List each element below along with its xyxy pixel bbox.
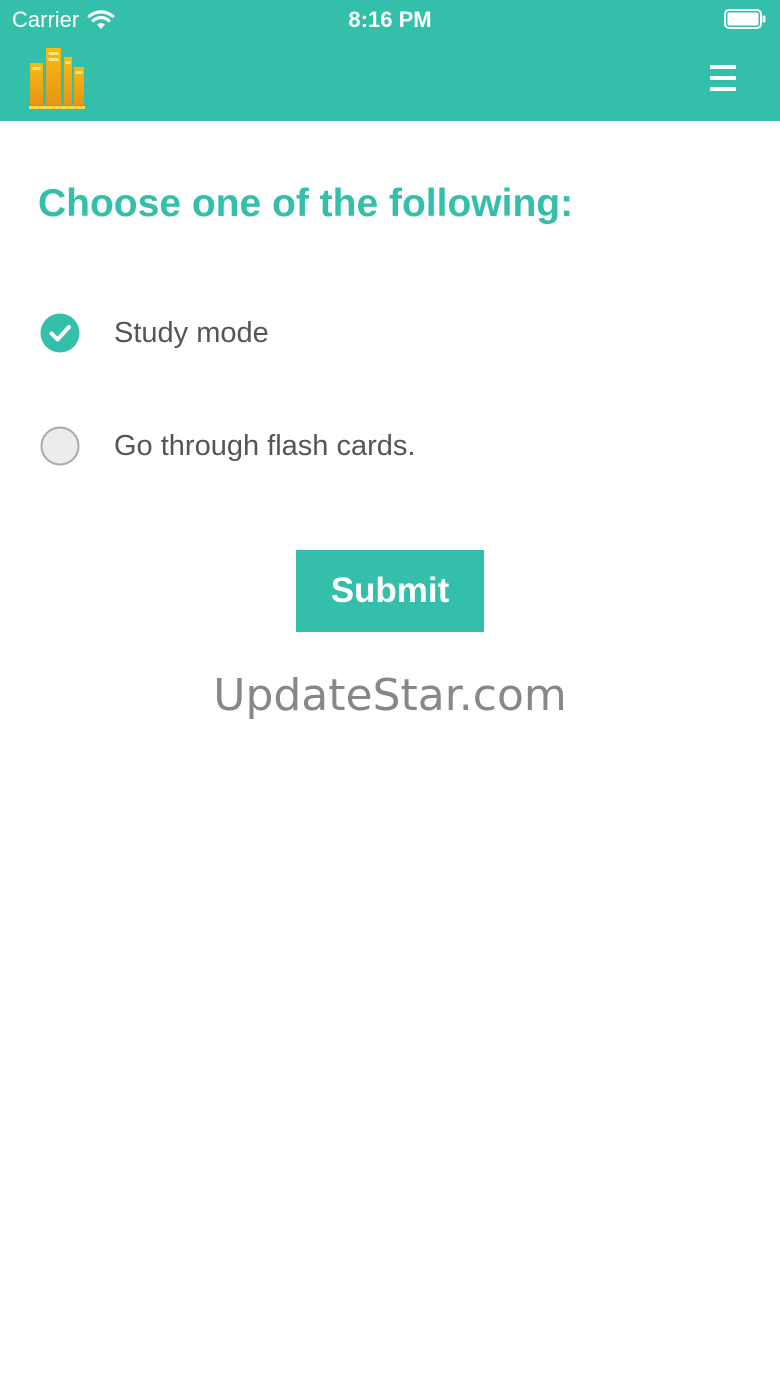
app-header: Carrier 8:16 PM (0, 0, 780, 121)
books-logo-icon (29, 48, 85, 109)
radio-checked-icon[interactable] (40, 313, 80, 353)
clock: 8:16 PM (348, 7, 432, 32)
option-label-study-mode: Study mode (114, 317, 269, 349)
option-flash-cards[interactable]: Go through flash cards. (40, 426, 640, 466)
watermark-text: UpdateStar.com (213, 670, 567, 721)
page-title: Choose one of the following: (38, 182, 574, 225)
radio-unchecked-icon[interactable] (40, 426, 80, 466)
hamburger-menu-icon[interactable] (710, 65, 736, 93)
option-label-flash-cards: Go through flash cards. (114, 430, 416, 462)
battery-full-icon (724, 9, 766, 29)
status-bar: Carrier 8:16 PM (0, 0, 780, 40)
option-study-mode[interactable]: Study mode (40, 313, 640, 353)
submit-button[interactable]: Submit (296, 550, 484, 632)
